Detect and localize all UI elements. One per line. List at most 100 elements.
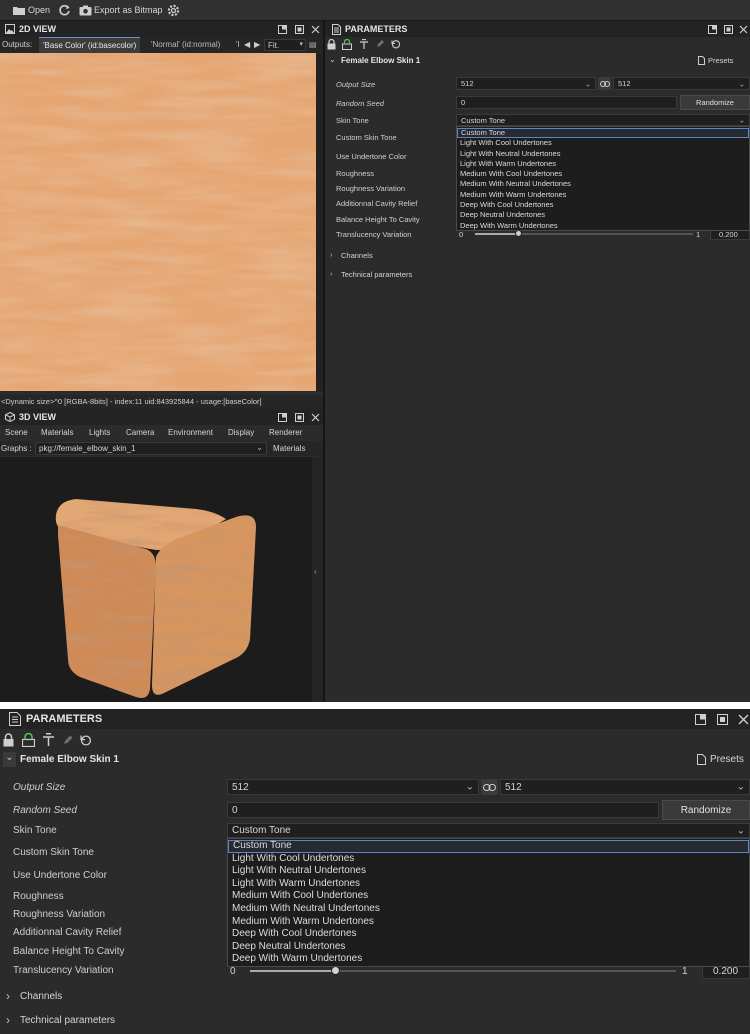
skin-tone-option[interactable]: Medium With Cool Undertones [228,890,749,903]
random-seed-input[interactable]: 0 [456,96,677,109]
export-bitmap-button[interactable]: Export as Bitmap [94,5,163,15]
viewport-3d[interactable] [0,457,312,702]
skin-tone-option[interactable]: Custom Tone [228,840,749,853]
skin-tone-option[interactable]: Light With Warm Undertones [457,159,749,169]
technical-section[interactable]: › Technical parameters [0,1013,750,1029]
maximize-icon[interactable] [723,24,733,34]
chevron-down-icon[interactable]: ⌄ [329,55,336,64]
skin-tone-option[interactable]: Light With Cool Undertones [228,853,749,866]
skin-tone-option[interactable]: Deep With Warm Undertones [228,953,749,966]
lock-icon[interactable] [3,733,14,747]
float-window-icon[interactable] [277,24,287,34]
translucency-slider[interactable] [250,966,676,975]
skin-tone-option[interactable]: Medium With Neutral Undertones [228,903,749,916]
skin-tone-option[interactable]: Deep With Cool Undertones [457,200,749,210]
link-icon[interactable] [598,77,611,90]
float-window-icon[interactable] [277,412,287,422]
skin-tone-option[interactable]: Light With Neutral Undertones [228,865,749,878]
close-icon[interactable] [310,24,320,34]
skin-tone-option[interactable]: Deep With Cool Undertones [228,928,749,941]
open-button[interactable]: Open [28,5,50,15]
maximize-icon[interactable] [294,24,304,34]
menu-renderer[interactable]: Renderer [269,428,302,437]
panel-divider[interactable] [323,21,325,702]
skin-tone-option[interactable]: Medium With Warm Undertones [457,190,749,200]
maximize-icon[interactable] [294,412,304,422]
close-icon[interactable] [738,24,748,34]
tab-normal[interactable]: 'Normal' (id:normal) [151,40,220,49]
skin-tone-select[interactable]: Custom Tone ⌄ [227,823,750,838]
refresh-icon[interactable] [57,3,71,17]
graph-section-header[interactable]: ⌄ Female Elbow Skin 1 Presets [325,54,750,69]
translucency-slider-thumb[interactable] [330,966,340,975]
presets-icon[interactable] [698,56,705,65]
presets-button[interactable]: Presets [708,56,733,65]
link-icon[interactable] [481,779,498,795]
reset-icon[interactable] [391,39,401,49]
texture-scrollbar[interactable] [316,53,323,391]
collapse-chevron-icon[interactable]: ‹ [314,567,317,576]
skin-tone-option[interactable]: Medium With Warm Undertones [228,916,749,929]
skin-tone-option[interactable]: Light With Cool Undertones [457,138,749,148]
fit-select[interactable]: Fit. ▾ [264,39,306,51]
translucency-slider-thumb[interactable] [515,230,523,237]
close-icon[interactable] [737,713,749,725]
skin-tone-option[interactable]: Deep With Warm Undertones [457,221,749,231]
pin-icon[interactable] [359,39,369,50]
skin-tone-option[interactable]: Medium With Cool Undertones [457,169,749,179]
skin-tone-option[interactable]: Light With Warm Undertones [228,878,749,891]
use-undertone-label: Use Undertone Color [336,152,407,161]
output-options-icon[interactable]: ▤ [309,40,317,49]
float-window-icon[interactable] [707,24,717,34]
pencil-icon[interactable] [63,734,74,745]
tab-base-color[interactable]: 'Base Color' (id:basecolor) [39,37,141,53]
tab-prev-icon[interactable]: ◀ [244,40,250,49]
chevron-down-icon[interactable]: ⌄ [3,752,16,767]
lock-icon[interactable] [327,39,336,50]
random-seed-input[interactable]: 0 [227,802,659,818]
settings-gear-icon[interactable] [165,2,181,18]
green-lock-icon[interactable] [342,39,352,50]
presets-button[interactable]: Presets [710,754,744,765]
reset-icon[interactable] [80,734,92,746]
skin-tone-option[interactable]: Light With Neutral Undertones [457,149,749,159]
open-folder-icon[interactable] [12,4,26,16]
translucency-slider[interactable] [475,230,693,237]
channels-section[interactable]: › Channels [325,249,750,263]
output-size-height-select[interactable]: 512 ⌄ [613,77,750,90]
viewport-side-strip[interactable]: ‹ [312,457,323,702]
close-icon[interactable] [310,412,320,422]
skin-tone-option[interactable]: Deep Neutral Undertones [457,210,749,220]
menu-materials[interactable]: Materials [41,428,73,437]
tab-more[interactable]: 'I [236,40,240,49]
technical-section[interactable]: › Technical parameters [325,268,750,282]
menu-scene[interactable]: Scene [5,428,28,437]
outputs-label: Outputs: [2,40,33,49]
menu-lights[interactable]: Lights [89,428,110,437]
tab-next-icon[interactable]: ▶ [254,40,260,49]
graph-select[interactable]: pkg://female_elbow_skin_1 ⌄ [35,442,267,455]
skin-tone-select[interactable]: Custom Tone ⌄ [456,114,750,126]
skin-tone-option[interactable]: Custom Tone [457,128,749,139]
menu-display[interactable]: Display [228,428,254,437]
pencil-icon[interactable] [376,39,385,48]
skin-tone-option[interactable]: Medium With Neutral Undertones [457,179,749,189]
channels-section[interactable]: › Channels [0,989,750,1005]
graph-section-header[interactable]: ⌄ Female Elbow Skin 1 Presets [0,751,750,769]
output-size-width-select[interactable]: 512 ⌄ [227,779,479,795]
presets-icon[interactable] [697,754,706,765]
materials-button[interactable]: Materials [273,444,305,453]
maximize-icon[interactable] [716,713,728,725]
skin-tone-option[interactable]: Deep Neutral Undertones [228,941,749,954]
output-size-height-select[interactable]: 512 ⌄ [500,779,750,795]
menu-camera[interactable]: Camera [126,428,154,437]
texture-preview[interactable] [0,53,316,391]
menu-environment[interactable]: Environment [168,428,213,437]
randomize-button[interactable]: Randomize [680,95,750,110]
camera-icon[interactable] [78,4,92,16]
green-lock-icon[interactable] [22,733,35,747]
randomize-button[interactable]: Randomize [662,800,750,820]
output-size-width-select[interactable]: 512 ⌄ [456,77,596,90]
float-window-icon[interactable] [694,713,706,725]
pin-icon[interactable] [42,733,55,747]
